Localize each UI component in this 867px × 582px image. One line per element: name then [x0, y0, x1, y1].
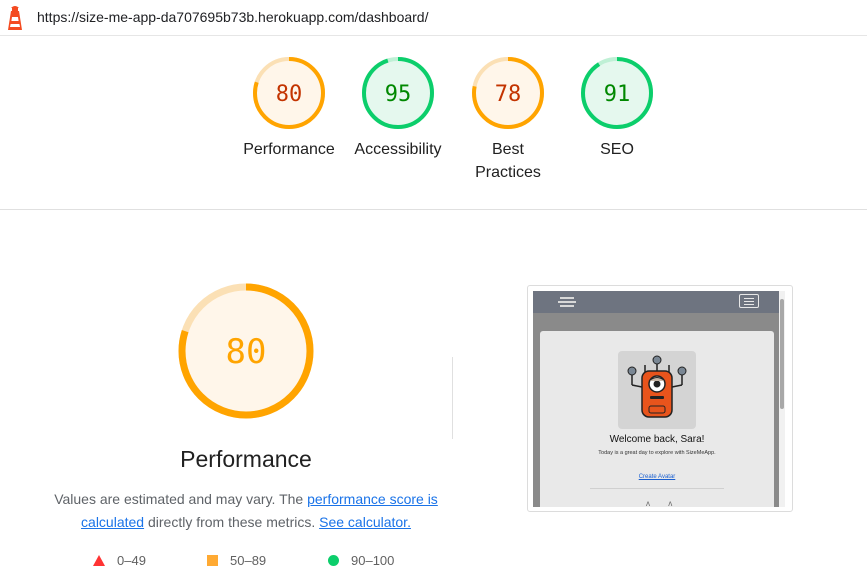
legend-average: 50–89 [207, 553, 266, 568]
legend-range: 0–49 [117, 553, 146, 568]
create-avatar-link: Create Avatar [638, 474, 676, 480]
gauge-ring: 91 [581, 57, 653, 129]
app-logo-icon [558, 297, 576, 307]
legend-pass: 90–100 [328, 553, 394, 568]
orange-square-icon [207, 555, 218, 566]
gauge-ring: 80 [253, 57, 325, 129]
gauge-score: 78 [495, 82, 522, 107]
desc-text-1: Values are estimated and may vary. The [54, 491, 308, 507]
gauge-label: Best Practices [475, 141, 541, 181]
legend-fail: 0–49 [93, 553, 146, 568]
red-triangle-icon [93, 555, 105, 566]
lighthouse-logo-icon [8, 6, 22, 30]
performance-description: Values are estimated and may vary. The p… [50, 488, 442, 534]
app-navbar [533, 291, 785, 313]
performance-gauge-large: 80 [178, 283, 314, 419]
robot-avatar-image [618, 351, 696, 429]
welcome-card: Welcome back, Sara! Today is a great day… [540, 331, 774, 507]
performance-score-large: 80 [226, 332, 267, 372]
gauge-ring: 95 [362, 57, 434, 129]
performance-title: Performance [180, 446, 312, 472]
divider [452, 357, 453, 439]
page-url[interactable]: https://size-me-app-da707695b73b.herokua… [37, 9, 428, 25]
final-screenshot[interactable]: Welcome back, Sara! Today is a great day… [527, 285, 793, 512]
screenshot-scrollbar [779, 291, 785, 507]
card-divider [590, 488, 724, 489]
gauge-seo[interactable]: 91 SEO [562, 56, 672, 161]
hamburger-menu-icon [739, 294, 759, 308]
scrollbar-thumb [780, 299, 784, 409]
gauge-score: 91 [604, 82, 631, 107]
score-gauges: 80 Performance 95 Accessibility 78 Best … [0, 36, 867, 210]
gauge-label: Accessibility [354, 141, 442, 158]
gauge-ring: 78 [472, 57, 544, 129]
screenshot-viewport: Welcome back, Sara! Today is a great day… [533, 291, 785, 507]
welcome-subtitle: Today is a great day to explore with Siz… [598, 450, 716, 456]
gauge-best-practices[interactable]: 78 Best Practices [453, 56, 563, 184]
browser-address-bar: https://size-me-app-da707695b73b.herokua… [0, 0, 867, 36]
green-circle-icon [328, 555, 339, 566]
robot-icon [627, 355, 687, 418]
see-calculator-link[interactable]: See calculator. [319, 514, 411, 530]
legend-range: 90–100 [351, 553, 395, 568]
desc-text-2: directly from these metrics. [144, 514, 320, 530]
gauge-score: 80 [276, 82, 303, 107]
gauge-label: SEO [600, 141, 634, 158]
gauge-label: Performance [243, 141, 335, 158]
partial-content: ʌ ʌ [646, 499, 681, 507]
gauge-accessibility[interactable]: 95 Accessibility [343, 56, 453, 161]
welcome-heading: Welcome back, Sara! [609, 434, 705, 445]
gauge-score: 95 [385, 82, 412, 107]
legend-range: 50–89 [230, 553, 267, 568]
gauge-performance[interactable]: 80 Performance [234, 56, 344, 161]
